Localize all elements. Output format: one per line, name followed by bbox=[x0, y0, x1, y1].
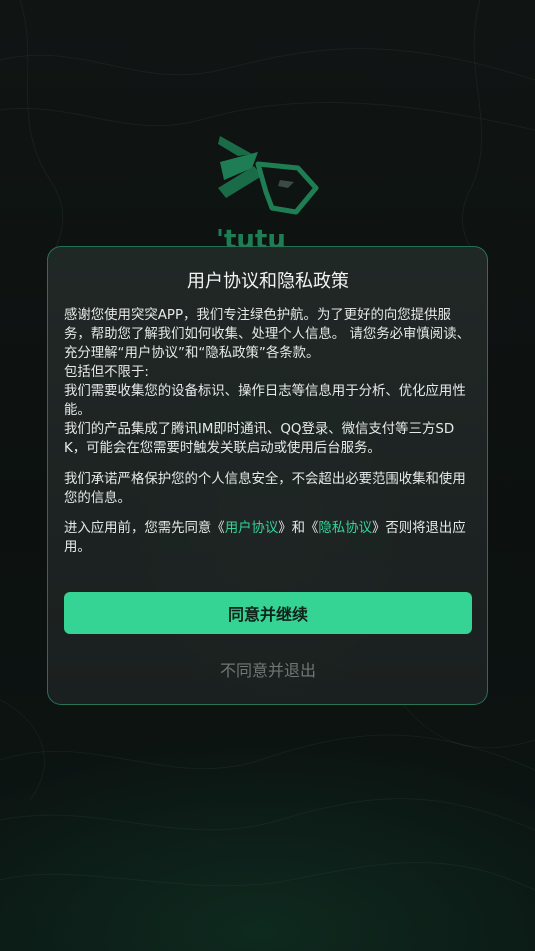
app-logo: 'tutu bbox=[212, 132, 324, 255]
disagree-exit-button[interactable]: 不同意并退出 bbox=[64, 653, 472, 685]
dialog-paragraph-1: 感谢您使用突突APP，我们专注绿色护航。为了更好的向您提供服务，帮助您了解我们如… bbox=[64, 308, 470, 456]
agree-continue-button[interactable]: 同意并继续 bbox=[64, 592, 472, 634]
privacy-dialog: 用户协议和隐私政策 感谢您使用突突APP，我们专注绿色护航。为了更好的向您提供服… bbox=[47, 246, 488, 705]
privacy-policy-link[interactable]: 隐私协议 bbox=[318, 521, 372, 536]
paragraph-3-middle: 》和《 bbox=[278, 521, 319, 536]
tutu-logo-icon: 'tutu bbox=[216, 136, 319, 255]
dialog-title: 用户协议和隐私政策 bbox=[187, 271, 349, 292]
user-agreement-link[interactable]: 用户协议 bbox=[225, 521, 279, 536]
dialog-paragraph-3: 进入应用前，您需先同意《用户协议》和《隐私协议》否则将退出应用。 bbox=[64, 519, 472, 557]
paragraph-3-prefix: 进入应用前，您需先同意《 bbox=[64, 521, 225, 536]
dialog-paragraph-2: 我们承诺严格保护您的个人信息安全，不会超出必要范围收集和使用您的信息。 bbox=[64, 472, 466, 506]
